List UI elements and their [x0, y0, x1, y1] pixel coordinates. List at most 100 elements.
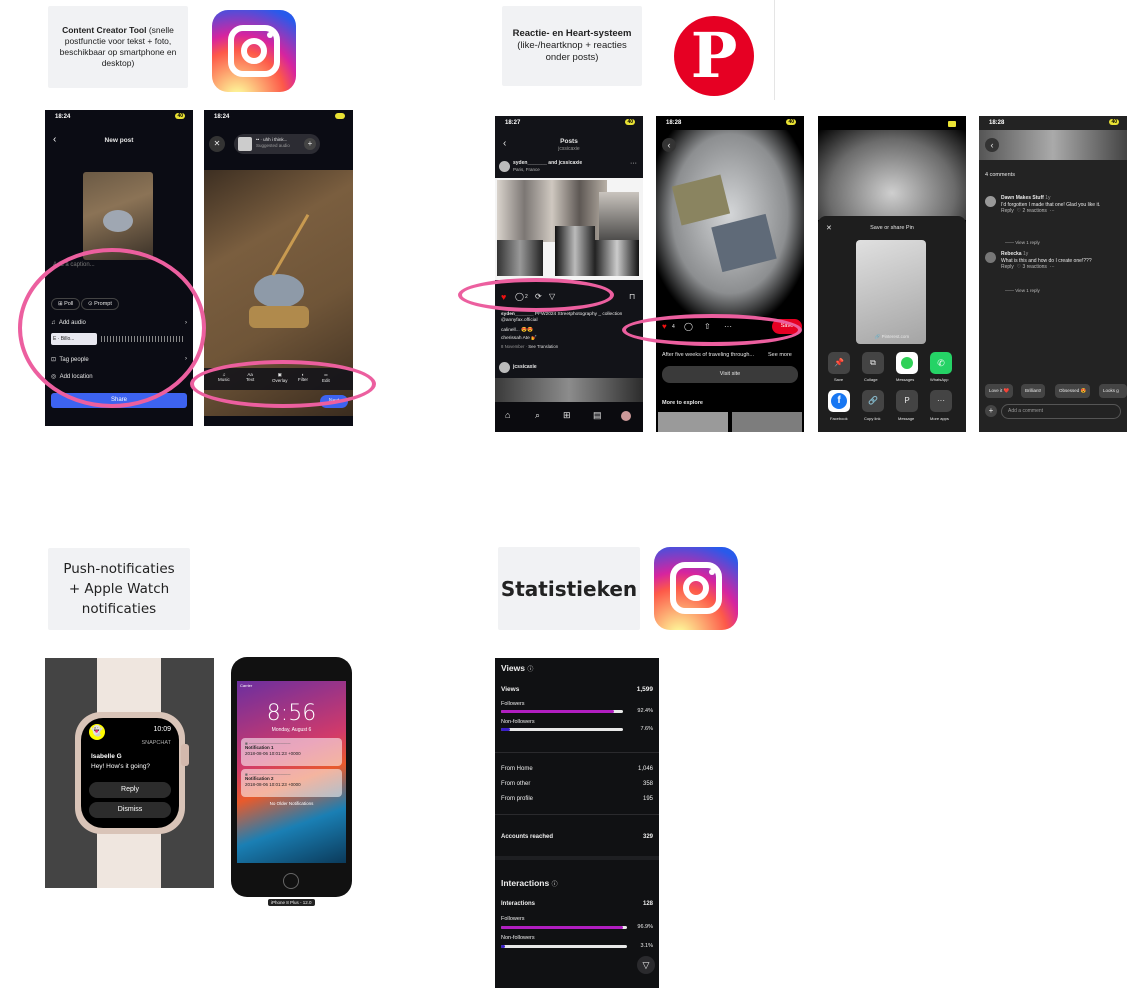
message-option[interactable]: P: [896, 390, 918, 412]
home-icon[interactable]: ⌂: [505, 410, 510, 420]
comment-user[interactable]: Dawn Makes Stuff: [1001, 195, 1044, 201]
pin-screen: 18:28 40 ‹ ♥ 4 ◯ ⇧ ··· Save After five we…: [656, 116, 804, 432]
reply-link[interactable]: Reply: [1001, 264, 1014, 270]
from-profile-label: From profile: [501, 796, 534, 802]
explore-thumb[interactable]: [658, 412, 728, 432]
posts-sub: jcssicaxie: [558, 146, 580, 152]
creator-label-card: Content Creator Tool (snelle postfunctie…: [48, 6, 188, 88]
battery-icon: [335, 113, 345, 119]
bottom-nav: ⌂ ⌕ ⊞ ▤: [495, 402, 643, 432]
followers-label: Followers: [501, 701, 525, 707]
interactions-header: Interactions ⓘ: [501, 878, 558, 888]
more-apps-option[interactable]: ···: [930, 390, 952, 412]
post-location: Paris, France: [513, 167, 540, 172]
add-icon[interactable]: +: [304, 138, 316, 150]
info-icon[interactable]: ⓘ: [552, 882, 558, 888]
post-thumbnail[interactable]: [83, 172, 153, 260]
views-value: 1,599: [636, 686, 653, 693]
caption-user: syden_______: [501, 312, 534, 317]
instagram-logo-icon: [212, 10, 296, 92]
avatar[interactable]: [499, 362, 510, 373]
info-icon[interactable]: ⓘ: [527, 667, 533, 673]
view-reply-link[interactable]: —— View 1 reply: [1005, 240, 1040, 245]
avatar[interactable]: [499, 161, 510, 172]
avatar[interactable]: [985, 196, 996, 207]
add-comment-input[interactable]: Add a comment: [1001, 404, 1121, 419]
watch-screen: 👻 10:09 SNAPCHAT Isabelle G Hey! How's i…: [81, 718, 179, 828]
close-icon[interactable]: ✕: [209, 136, 225, 152]
notification-card[interactable]: ■ ───────────── Notification 2 2018-08-0…: [241, 769, 342, 797]
from-home-value: 1,046: [637, 766, 653, 772]
reactions-count: 3 reactions: [1022, 264, 1047, 270]
accounts-reached-value: 329: [642, 834, 653, 840]
pin-image[interactable]: [656, 130, 804, 316]
views-header: Views ⓘ: [501, 663, 533, 673]
reply-link[interactable]: Reply: [1001, 208, 1014, 214]
visit-site-button[interactable]: Visit site: [662, 366, 798, 383]
reactions-desc: (like-/heartknop + reacties onder posts): [517, 40, 627, 63]
notification-body: 2018-08-06 10:01:23 +0000: [245, 750, 301, 756]
reactions-count: 2 reactions: [1022, 208, 1047, 214]
status-time: 18:24: [55, 114, 71, 120]
comment-user[interactable]: Rebecka: [1001, 251, 1022, 257]
next-post-image: [495, 378, 643, 402]
view-reply-link[interactable]: —— View 1 reply: [1005, 288, 1040, 293]
i-followers-row: Followers: [501, 916, 653, 922]
messages-option[interactable]: [896, 352, 918, 374]
watch-reply-button[interactable]: Reply: [89, 782, 171, 798]
watch-app-name: SNAPCHAT: [141, 740, 171, 746]
post-user[interactable]: syden_______ and jcssicaxie: [513, 160, 582, 166]
save-option[interactable]: 📌: [828, 352, 850, 374]
from-home-row: From Home 1,046: [501, 766, 653, 772]
comment-2: cherissah Ate 💅: [501, 336, 538, 341]
quick-reaction[interactable]: Love it ❤️: [985, 384, 1014, 398]
date-text: 8 November: [501, 344, 525, 349]
pin-header-image: [979, 130, 1127, 160]
profile-avatar[interactable]: [621, 411, 631, 421]
reels-icon[interactable]: ▤: [593, 410, 602, 421]
iphone-screen: Carrier 8:56 Monday, August 6 ■ ────────…: [237, 681, 346, 863]
from-profile-value: 195: [642, 796, 653, 802]
i-followers-bar-fill: [501, 926, 623, 929]
see-translation-link[interactable]: See Translation: [528, 344, 558, 349]
watch-message: Hey! How's it going?: [91, 763, 151, 770]
stats-label-card: Statistieken: [498, 547, 640, 630]
copy-link-option[interactable]: 🔗: [862, 390, 884, 412]
explore-thumb[interactable]: [732, 412, 802, 432]
view-reply-label: View 1 reply: [1015, 240, 1040, 245]
i-nonfollowers-bar: [501, 945, 627, 948]
comment-1: Dawn Makes Stuff 1y I'd forgotten I made…: [1001, 195, 1123, 215]
more-icon[interactable]: ···: [630, 160, 637, 167]
quick-reaction[interactable]: Brilliant!: [1021, 384, 1046, 398]
nonfollowers-label: Non-followers: [501, 719, 535, 725]
quick-reaction[interactable]: Looks g: [1099, 384, 1127, 398]
create-icon[interactable]: ⊞: [563, 410, 571, 421]
search-icon[interactable]: ⌕: [535, 410, 540, 421]
quick-reaction[interactable]: Obsessed 😍: [1055, 384, 1091, 398]
battery-icon: [948, 121, 956, 127]
watch-dismiss-button[interactable]: Dismiss: [89, 802, 171, 818]
whatsapp-option[interactable]: ✆: [930, 352, 952, 374]
back-icon[interactable]: ‹: [985, 138, 999, 152]
watch-sender: Isabelle G: [91, 753, 122, 760]
send-icon[interactable]: ▽: [637, 956, 655, 974]
status-time: 18:28: [666, 120, 682, 126]
avatar[interactable]: [985, 252, 996, 263]
post-caption: syden_______ PFW2024 Streetphotography _…: [501, 312, 637, 324]
interactions-value: 128: [642, 901, 653, 907]
interactions-header-label: Interactions: [501, 878, 550, 888]
back-icon[interactable]: ‹: [662, 138, 676, 152]
notification-card[interactable]: ■ ───────────── Notification 1 2018-08-0…: [241, 738, 342, 766]
home-button[interactable]: [283, 873, 299, 889]
nonfollowers-bar-fill: [501, 728, 510, 731]
no-older-notifications: No Older Notifications: [269, 801, 314, 806]
instagram-logo-icon: [654, 547, 738, 630]
facebook-option[interactable]: f: [828, 390, 850, 412]
reactions-label-card: Reactie- en Heart-systeem (like-/heartkn…: [502, 6, 642, 86]
next-post-user[interactable]: jcssicaxie: [513, 364, 537, 370]
collage-option[interactable]: ⧉: [862, 352, 884, 374]
see-more-link[interactable]: See more: [768, 352, 792, 358]
from-other-row: From other 358: [501, 781, 653, 787]
add-icon[interactable]: +: [985, 405, 997, 417]
bookmark-icon[interactable]: ⊓: [629, 292, 635, 301]
